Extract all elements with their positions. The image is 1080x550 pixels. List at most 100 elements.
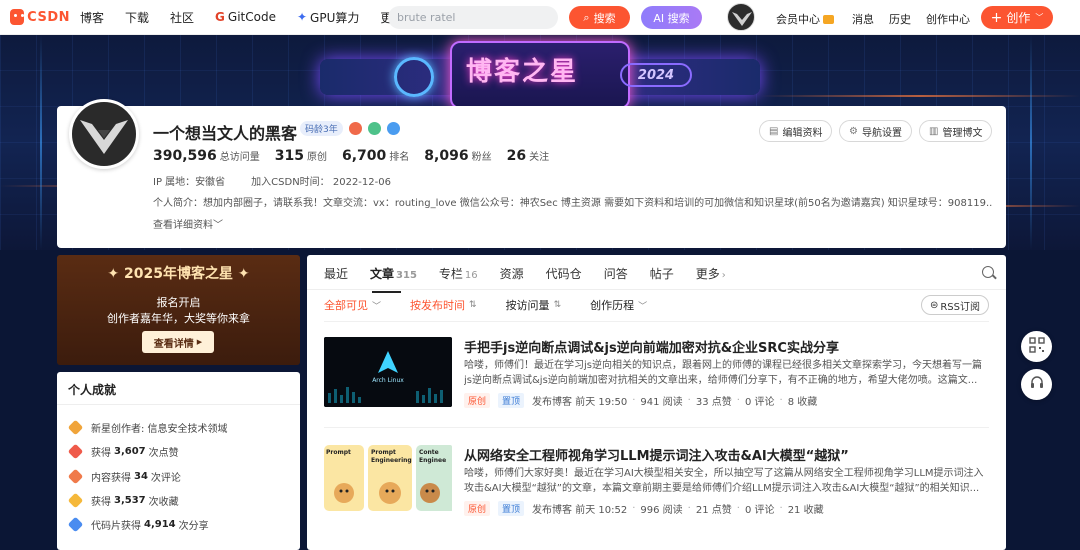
stat-value: 8,096 [424,148,469,164]
gear-icon: ⚙ [849,125,858,137]
sort-by-views[interactable]: 按访问量 ⇅ [506,297,562,313]
create-button[interactable]: + 创作 ﹀ [981,6,1053,29]
customer-service-button[interactable] [1021,369,1052,400]
achievement-item: 代码片获得 4,914 次分享 [67,516,209,533]
search-button-label: 搜索 [593,11,616,25]
profile-avatar[interactable] [69,99,139,169]
view-details-label: 查看详细资料 [153,220,213,231]
pinned-tag: 置顶 [498,393,525,408]
tab-columns[interactable]: 专栏 16 [439,265,478,282]
sparkle-icon: ✦ [107,266,125,282]
profile-stats: 390,596 总访问量 315 原创 6,700 排名 8,096 粉丝 26 关注 [153,148,564,164]
tab-label: 代码仓 [545,267,582,281]
csdn-logo[interactable]: CSDN [10,9,70,25]
tab-label: 文章 [370,267,395,281]
sparkle-icon: ✦ [232,266,250,282]
stat-label: 原创 [307,152,327,163]
creator-badge-icon[interactable] [348,122,362,135]
thumbnail-caption: Conte Enginee [419,449,447,464]
article-thumbnail[interactable]: Arch Linux [324,337,452,407]
blog-star-banner[interactable]: 博客之星 2024 [320,39,760,111]
profile-name: 一个想当文人的黑客 [153,124,298,143]
search-icon[interactable] [982,266,994,278]
nav-gitcode[interactable]: G GitCode [215,10,276,24]
content-panel: 最近 文章 315 专栏 16 资源 代码仓 问答 帖子 更多 › 全部可见 ﹀ 按发布… [307,255,1006,550]
chevron-right-icon: › [721,270,726,281]
verified-badge-icon[interactable] [367,122,381,135]
article-item[interactable]: Prompt Prompt Engineering Conte Enginee … [324,445,994,525]
tab-repos[interactable]: 代码仓 [546,265,582,282]
tab-qa[interactable]: 问答 [604,265,628,282]
qrcode-button[interactable] [1021,331,1052,362]
plus-icon: + [990,9,1003,26]
manage-posts-button[interactable]: ▥ 管理博文 [919,120,993,142]
article-item[interactable]: Arch Linux 手把手js逆向断点调试&js逆向前端加密对抗&企业SRC实… [324,337,994,417]
thumbnail-caption: Arch Linux [372,377,404,384]
nav-community[interactable]: 社区 [170,9,194,26]
ip-location: IP 属地：安徽省 [153,177,226,188]
search-button[interactable]: ⌕ 搜索 [569,6,630,29]
document-icon: ▥ [929,125,939,137]
article-meta: 原创 置顶 发布博客 前天 19:50 · 941 阅读 · 33 点赞 · 0 评论… [464,393,817,408]
nav-blog[interactable]: 博客 [80,9,104,26]
filter-bar: 全部可见 ﹀ 按发布时间 ⇅ 按访问量 ⇅ 创作历程 ﹀ [324,297,676,313]
code-age-badge[interactable]: 码龄3年 [300,121,343,136]
stat-value: 315 [274,148,304,164]
promo-details-button[interactable]: 查看详情 ▶ [142,331,214,353]
qrcode-icon [1028,337,1045,356]
achievement-item: 新星创作者: 信息安全技术领域 [67,419,228,436]
article-title[interactable]: 从网络安全工程师视角学习LLM提示词注入攻击&AI大模型“越狱” [464,445,849,464]
tab-label: 帖子 [649,267,674,281]
original-tag: 原创 [464,393,491,408]
promo-title: 2025年博客之星 [124,266,233,282]
achievement-text: 代码片获得 [91,521,141,532]
user-avatar[interactable] [727,3,755,31]
achievement-unit: 次收藏 [148,497,179,508]
nav-gpu[interactable]: ✦ GPU算力 [297,9,359,26]
level-badge-icon[interactable] [386,122,400,135]
vip-crown-icon [823,15,834,24]
achievement-text: 获得 [91,497,111,508]
ai-search-button[interactable]: AI 搜索 [641,6,702,29]
history-link[interactable]: 历史 [889,11,911,27]
achievement-text: 内容获得 [91,473,131,484]
original-tag: 原创 [464,501,491,516]
join-date: 加入CSDN时间： 2022-12-06 [251,177,391,188]
nav-download[interactable]: 下载 [125,9,149,26]
article-thumbnail[interactable]: Prompt Prompt Engineering Conte Enginee [324,445,452,515]
tab-recent[interactable]: 最近 [324,265,348,282]
rss-subscribe-button[interactable]: ⊜ RSS订阅 [920,295,989,315]
manage-posts-label: 管理博文 [942,127,983,139]
achievement-item: 获得 3,607 次点赞 [67,443,179,460]
like-icon [67,443,84,460]
creation-center-link[interactable]: 创作中心 [926,11,970,27]
sort-icon: ⇅ [469,300,477,310]
nav-settings-button[interactable]: ⚙ 导航设置 [839,120,912,142]
article-title[interactable]: 手把手js逆向断点调试&js逆向前端加密对抗&企业SRC实战分享 [464,337,839,356]
search-icon: ⌕ [583,10,590,24]
sort-by-time[interactable]: 按发布时间 ⇅ [410,297,477,313]
chevron-down-icon: ﹀ [213,220,223,231]
creation-history-filter[interactable]: 创作历程 ﹀ [590,297,647,313]
search-input[interactable]: brute ratel [388,6,558,29]
achievement-value: 34 [134,471,148,482]
favorite-count: 8 收藏 [787,397,818,408]
tab-count: 315 [396,270,417,281]
stat-label: 关注 [529,152,550,163]
view-details-link[interactable]: 查看详细资料﹀ [153,216,223,231]
edit-profile-button[interactable]: ▤ 编辑资料 [759,120,833,142]
tab-more[interactable]: 更多 › [696,265,726,282]
achievement-value: 3,537 [114,495,146,506]
chevron-down-icon: ﹀ [638,301,648,312]
tab-count: 16 [464,270,478,281]
promo-line1: 报名开启 [156,296,201,309]
tab-articles[interactable]: 文章 315 [370,265,417,293]
visibility-filter[interactable]: 全部可见 ﹀ [324,297,381,313]
banner-year: 2024 [620,63,692,87]
nav-settings-label: 导航设置 [861,127,902,139]
tab-posts[interactable]: 帖子 [650,265,674,282]
messages-link[interactable]: 消息 [852,11,874,27]
read-count: 996 阅读 [640,505,683,516]
tab-resources[interactable]: 资源 [500,265,524,282]
vip-center-link[interactable]: 会员中心 [776,11,834,27]
